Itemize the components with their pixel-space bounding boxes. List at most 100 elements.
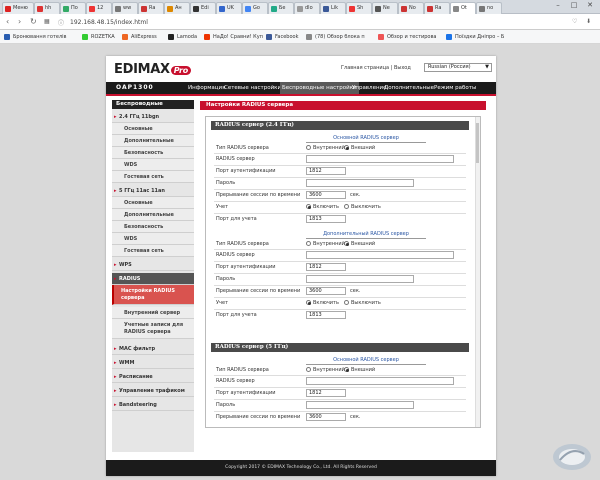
radius-server-input[interactable] [306,155,454,163]
sidebar-item-security-2g[interactable]: Безопасность [112,147,194,159]
sidebar-item-guest-5g[interactable]: Гостевая сеть [112,245,194,257]
radio-internal[interactable]: Внутренний [306,240,345,248]
bookmark-heart-icon[interactable]: ♡ [572,18,577,25]
browser-tab[interactable]: По [60,2,86,14]
radio-external-button[interactable] [344,145,349,150]
bookmark-item[interactable]: НаДо! Сравни! Куп [204,33,263,41]
session-timeout-input[interactable]: 3600 [306,287,346,295]
radio-accounting-on-button[interactable] [306,204,311,209]
bookmark-item[interactable]: ROZETKA [82,33,115,41]
browser-tab[interactable]: no [476,2,502,14]
scrollbar-thumb[interactable] [476,123,479,163]
radio-accounting-off-button[interactable] [344,204,349,209]
accounting-port-input[interactable]: 1813 [306,311,346,319]
browser-tab[interactable]: Lik [320,2,346,14]
nav-advanced[interactable]: Дополнительные [384,82,434,94]
sidebar-group-traffic[interactable]: ▸ Управление трафиком [112,385,194,397]
radio-accounting-on[interactable]: Включить [306,203,339,211]
download-icon[interactable]: ⬇ [586,18,591,25]
sidebar-group-bandsteering[interactable]: ▸ Bandsteering [112,399,194,411]
session-timeout-input[interactable]: 3600 [306,413,346,421]
sidebar-group-radius[interactable]: ▸ RADIUS [112,273,194,285]
bookmark-item[interactable]: Lamoda [168,33,197,41]
browser-tab[interactable]: ww [112,2,138,14]
radio-internal-button[interactable] [306,241,311,246]
logout-link[interactable]: Выход [394,65,411,71]
sidebar-group-wps[interactable]: ▸ WPS [112,259,194,271]
reload-icon[interactable]: ↻ [30,17,37,26]
browser-tab-active[interactable]: Ot [450,2,476,14]
nav-operation-mode[interactable]: Режим работы [434,82,476,94]
sidebar-item-wds-5g[interactable]: WDS [112,233,194,245]
browser-tab[interactable]: Ra [138,2,164,14]
radio-external-button[interactable] [344,367,349,372]
radio-external-button[interactable] [344,241,349,246]
sidebar-item-security-5g[interactable]: Безопасность [112,221,194,233]
browser-tab[interactable]: Edi [190,2,216,14]
sidebar-item-guest-2g[interactable]: Гостевая сеть [112,171,194,183]
accounting-port-input[interactable]: 1813 [306,215,346,223]
browser-tab[interactable]: 12 [86,2,112,14]
radio-internal-button[interactable] [306,145,311,150]
browser-tab[interactable]: Меню [2,2,34,14]
sidebar-group-mac-filter[interactable]: ▸ MAC фильтр [112,343,194,355]
language-select[interactable]: Russian (Россия) ▼ [424,63,492,72]
browser-tab[interactable]: hh [34,2,60,14]
sidebar-item-basic-5g[interactable]: Основные [112,197,194,209]
radio-accounting-on[interactable]: Включить [306,299,339,307]
radio-external[interactable]: Внешний [344,366,375,374]
browser-tab[interactable]: No [398,2,424,14]
nav-info[interactable]: Информация [188,82,225,94]
browser-tab[interactable]: Go [242,2,268,14]
minimize-icon[interactable]: – [550,1,566,9]
grid-icon[interactable]: ▦ [44,18,50,25]
browser-tab[interactable]: Ne [372,2,398,14]
sidebar-item-advanced-2g[interactable]: Дополнительные [112,135,194,147]
radio-internal-button[interactable] [306,367,311,372]
browser-tab[interactable]: Бе [268,2,294,14]
browser-tab[interactable]: Ан [164,2,190,14]
bookmark-item[interactable]: Обзор и тестирова [378,33,436,41]
radius-server-input[interactable] [306,377,454,385]
bookmark-item[interactable]: Facebook [266,33,299,41]
url-field[interactable]: 192.168.48.15/index.html [70,17,148,28]
radio-internal[interactable]: Внутренний [306,144,345,152]
radio-internal[interactable]: Внутренний [306,366,345,374]
session-timeout-input[interactable]: 3600 [306,191,346,199]
bookmark-item[interactable]: AliExpress [122,33,157,41]
home-link[interactable]: Главная страница [341,65,389,71]
password-input[interactable] [306,275,414,283]
radio-external[interactable]: Внешний [344,144,375,152]
radio-external[interactable]: Внешний [344,240,375,248]
sidebar-group-schedule[interactable]: ▸ Расписание [112,371,194,383]
forward-icon[interactable]: › [18,17,21,26]
maximize-icon[interactable]: □ [566,1,582,9]
radio-accounting-off[interactable]: Выключить [344,299,381,307]
sidebar-group-5g[interactable]: ▸ 5 ГГц 11ac 11an [112,185,194,197]
bookmark-item[interactable]: (78) Обзор блока п [306,33,365,41]
sidebar-item-radius-accounts[interactable]: Учетные записи для RADIUS сервера [112,319,194,339]
auth-port-input[interactable]: 1812 [306,389,346,397]
radio-accounting-off-button[interactable] [344,300,349,305]
sidebar-group-2g[interactable]: ▸ 2.4 ГГц 11bgn [112,111,194,123]
radio-accounting-off[interactable]: Выключить [344,203,381,211]
panel-scrollbar[interactable] [475,117,480,427]
browser-tab[interactable]: dlo [294,2,320,14]
sidebar-item-wds-2g[interactable]: WDS [112,159,194,171]
nav-network[interactable]: Сетевые настройки [224,82,281,94]
auth-port-input[interactable]: 1812 [306,263,346,271]
nav-wireless[interactable]: Беспроводные настройки [280,82,359,94]
sidebar-group-wmm[interactable]: ▸ WMM [112,357,194,369]
browser-tab[interactable]: UK [216,2,242,14]
password-input[interactable] [306,401,414,409]
bookmark-item[interactable]: Бронювання готелів [4,33,67,41]
radio-accounting-on-button[interactable] [306,300,311,305]
password-input[interactable] [306,179,414,187]
close-icon[interactable]: ✕ [582,1,598,9]
back-icon[interactable]: ‹ [6,17,9,26]
auth-port-input[interactable]: 1812 [306,167,346,175]
nav-management[interactable]: Управление [352,82,387,94]
browser-tab[interactable]: Ra [424,2,450,14]
sidebar-item-radius-settings[interactable]: Настройки RADIUS сервера [112,285,194,305]
radius-server-input[interactable] [306,251,454,259]
